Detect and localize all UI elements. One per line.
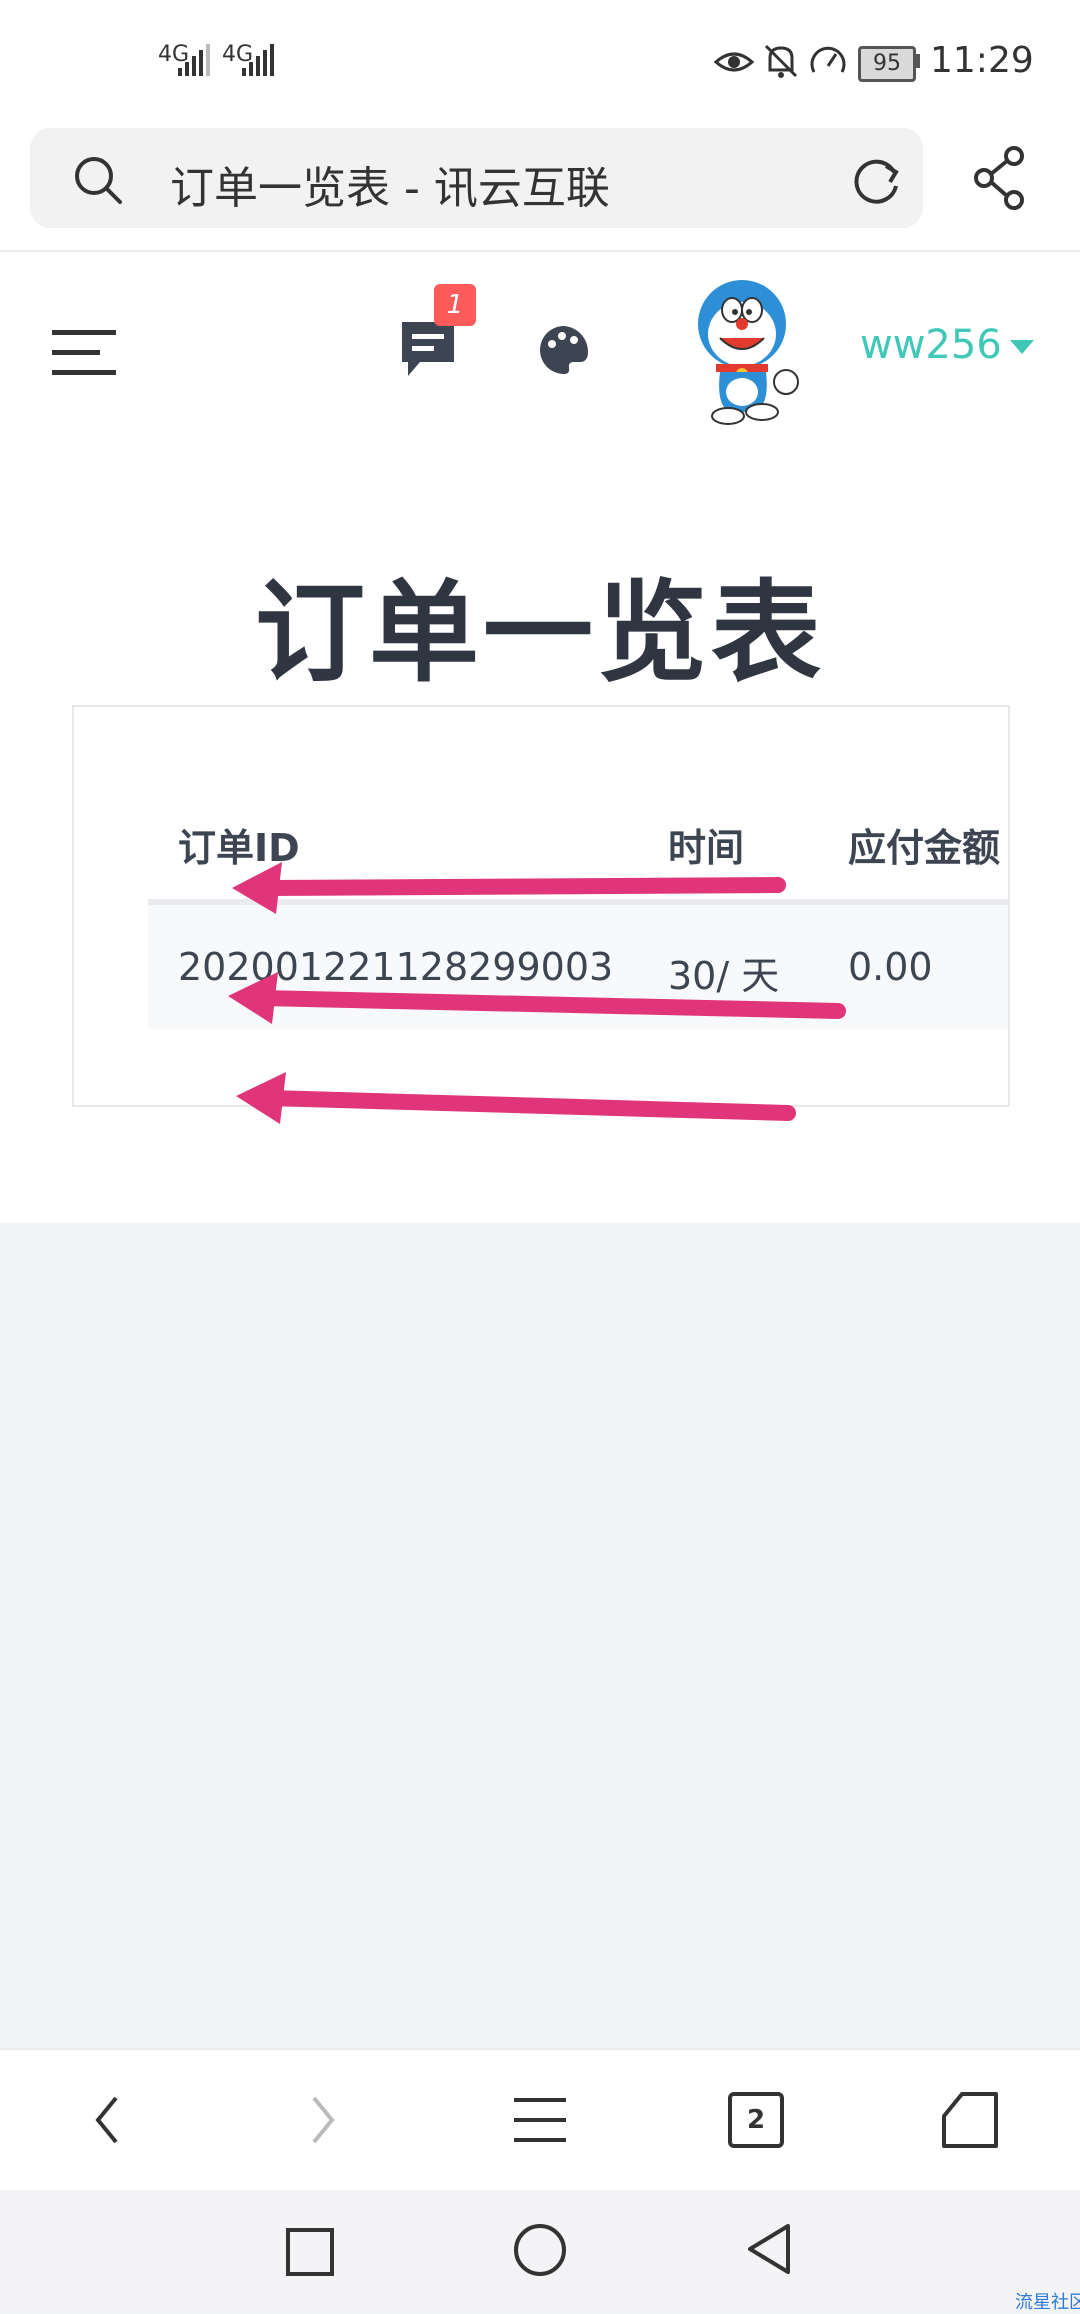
tabs-icon[interactable]: 2 [728,2092,784,2148]
signal-icon [242,44,274,76]
home-icon[interactable] [940,2090,1000,2150]
forward-icon[interactable] [308,2094,338,2146]
eye-icon [714,52,754,72]
clock: 11:29 [930,40,1034,81]
bell-off-icon [764,44,798,78]
annotation-arrow [228,972,846,1024]
annotation-arrows [228,862,846,1124]
caret-down-icon[interactable] [1010,340,1034,356]
battery-icon: 95 [858,46,916,82]
home-circle-icon[interactable] [514,2224,566,2276]
watermark: 流星社区 [1015,2292,1080,2313]
avatar[interactable] [690,276,806,426]
menu-icon[interactable] [52,328,116,378]
refresh-icon[interactable] [848,152,904,208]
share-icon[interactable] [970,146,1030,210]
palette-icon[interactable] [536,322,592,378]
status-bar: 4G 4G 95 11:29 [0,0,1080,120]
site-header: 1 ww256 [0,252,1080,458]
search-icon[interactable] [72,154,124,206]
back-triangle-icon[interactable] [744,2222,794,2276]
battery-tip [915,54,920,68]
notification-badge: 1 [434,284,476,326]
signal-icon [178,44,210,76]
annotation-arrow [236,1072,796,1124]
speedometer-icon [810,46,846,73]
message-icon[interactable] [398,318,458,380]
page-url-title[interactable]: 订单一览表 - 讯云互联 [170,152,610,216]
recent-apps-icon[interactable] [286,2228,334,2276]
system-nav-bar [0,2190,1080,2310]
menu-lines-icon[interactable] [514,2096,566,2144]
main-content: 订单一览表 订单ID 时间 应付金额 202001221128299003 30… [0,458,1080,1223]
browser-bottom-nav: 2 [0,2048,1080,2192]
annotation-arrow [232,862,786,914]
back-icon[interactable] [92,2094,122,2146]
username-dropdown[interactable]: ww256 [860,322,1002,368]
address-bar[interactable]: 订单一览表 - 讯云互联 [30,128,923,228]
browser-bar: 订单一览表 - 讯云互联 [0,120,1080,252]
